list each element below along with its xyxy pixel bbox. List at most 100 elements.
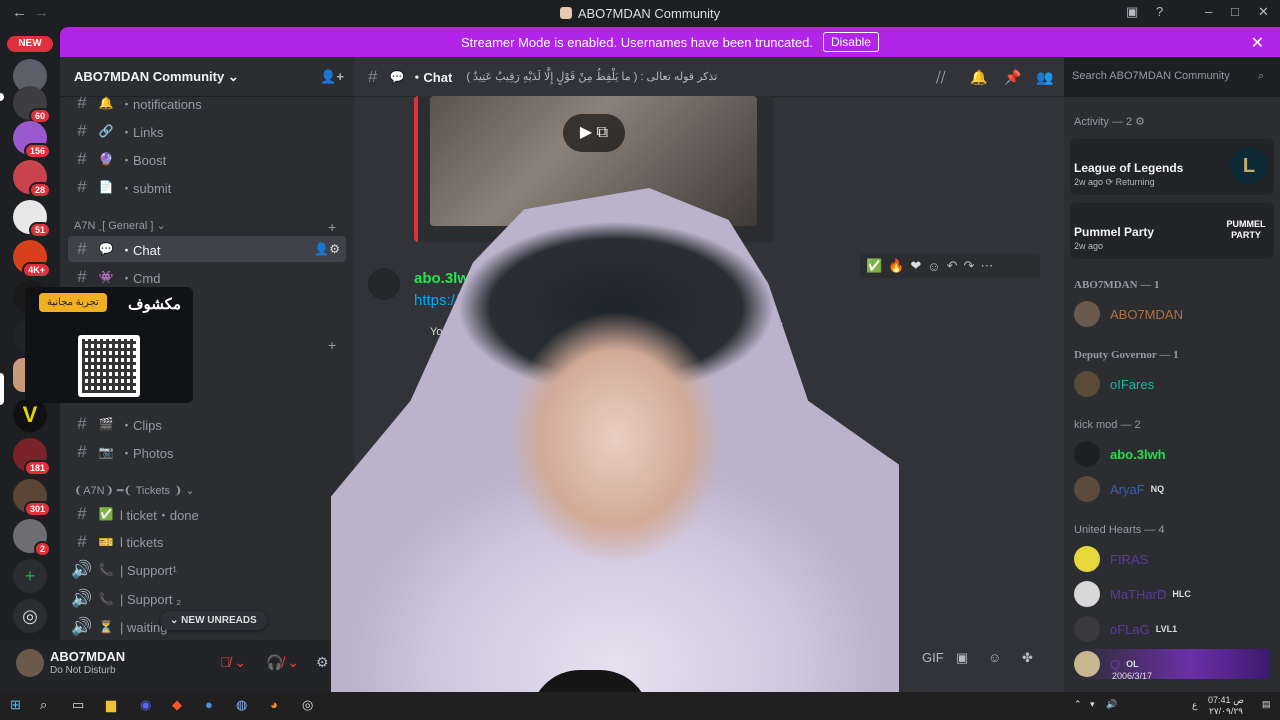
new-unreads-button[interactable]: ⌄ NEW UNREADS <box>160 611 267 630</box>
member-item[interactable]: AryaF NQ <box>1074 474 1164 504</box>
fire-reaction-icon[interactable]: 🔥 <box>888 258 904 274</box>
add-channel-icon[interactable]: + <box>328 337 336 353</box>
check-reaction-icon[interactable]: ✅ <box>866 258 882 274</box>
member-list-icon[interactable]: 👥 <box>1036 69 1053 86</box>
username[interactable]: ABO7MDAN <box>50 649 125 664</box>
voice-support-2[interactable]: 🔊 📞 | Support ₂ <box>68 586 346 612</box>
search-icon[interactable]: ⌕ <box>40 697 47 713</box>
sticker-icon[interactable]: ▣ <box>956 650 968 666</box>
help-icon[interactable]: ? <box>1156 4 1163 19</box>
threads-icon[interactable]: ⧸⧸ <box>936 69 946 86</box>
emoji-icon[interactable]: ☺ <box>988 650 1001 665</box>
channel-boost[interactable]: # 🔮 ・Boost <box>68 146 346 172</box>
apps-icon[interactable]: ✤ <box>1022 650 1033 666</box>
role-header: kick mod — 2 <box>1074 419 1141 431</box>
channel-chat[interactable]: # 💬 ・Chat 👤⚙ <box>68 236 346 262</box>
avatar[interactable] <box>16 649 44 677</box>
server-icon[interactable]: 301 <box>13 479 51 517</box>
more-icon[interactable]: ⋯ <box>980 258 993 274</box>
channel-topic[interactable]: ( تذكر قوله تعالى : ( ما يَلْفِظُ مِنْ ق… <box>466 70 717 83</box>
category-tickets[interactable]: ❨A7N❩ ━❨ Tickets ❩ ⌄ <box>74 484 195 497</box>
reply-icon[interactable]: ↶ <box>947 258 958 274</box>
inbox-icon[interactable]: ▣ <box>1126 4 1138 20</box>
avatar <box>1074 476 1100 502</box>
member-item[interactable]: oFLaG LVL1 <box>1074 614 1177 644</box>
forward-icon[interactable]: ↷ <box>963 258 974 274</box>
activity-card[interactable]: League of Legends 2w ago ⟳ Returning L <box>1070 139 1274 195</box>
role-header: ABO7MDAN — 1 <box>1074 279 1160 291</box>
member-item[interactable]: MaTHarD HLC <box>1074 579 1191 609</box>
channel-tickets[interactable]: # 🎫 l tickets <box>68 529 346 555</box>
wifi-icon[interactable]: ▾ <box>1090 699 1095 710</box>
disable-button[interactable]: Disable <box>822 32 879 52</box>
mute-mic-icon[interactable]: 🎙̸ ⌄ <box>220 654 246 671</box>
speaker-icon: 🔊 <box>71 589 93 608</box>
server-icon[interactable]: 181 <box>13 438 51 476</box>
channel-ticket-done[interactable]: # ✅ l ticket・done <box>68 501 346 527</box>
gif-icon[interactable]: GIF <box>922 650 944 665</box>
message-author[interactable]: abo.3lw <box>414 270 469 287</box>
pin-icon[interactable]: 📌 <box>1004 69 1021 86</box>
invite-icon[interactable]: 👤+ <box>320 69 344 85</box>
play-icon[interactable]: ▶ ⧉ <box>563 114 625 152</box>
avatar[interactable] <box>368 268 400 300</box>
server-icon[interactable]: 60 <box>13 86 51 124</box>
role-header: Deputy Governor — 1 <box>1074 349 1179 361</box>
channel-photos[interactable]: # 📷 ・Photos <box>68 439 346 465</box>
member-item[interactable]: oIFares <box>1074 369 1154 399</box>
member-item[interactable]: Q OL 2006/3/17 <box>1074 649 1270 681</box>
hash-icon: # <box>77 121 87 140</box>
brave-icon[interactable]: ◆ <box>172 697 182 713</box>
file-explorer-icon[interactable]: ▆ <box>106 697 116 713</box>
server-icon[interactable]: V <box>13 398 47 432</box>
message-actions: ✅ 🔥 ❤ ☺ ↶ ↷ ⋯ <box>860 254 1040 278</box>
channel-links[interactable]: # 🔗 ・Links <box>68 118 346 144</box>
member-item[interactable]: abo.3lwh <box>1074 439 1166 469</box>
discord-icon[interactable]: ◉ <box>140 697 151 713</box>
member-item[interactable]: ABO7MDAN <box>1074 299 1183 329</box>
server-icon[interactable]: 28 <box>13 160 51 198</box>
free-trial-tag[interactable]: تجربة مجانية <box>39 293 107 312</box>
hash-icon: # <box>77 239 87 258</box>
deafen-icon[interactable]: 🎧̸ ⌄ <box>266 654 299 671</box>
server-icon[interactable]: 156 <box>13 121 51 159</box>
channel-notifications[interactable]: # 🔔 ・notifications <box>68 90 346 116</box>
obs-icon[interactable]: ◎ <box>302 697 313 713</box>
activity-card[interactable]: Pummel Party 2w ago PUMMEL PARTY <box>1070 203 1274 259</box>
member-item[interactable]: FIRAS <box>1074 544 1148 574</box>
voice-support-1[interactable]: 🔊 📞 | Support¹ <box>68 557 346 583</box>
server-icon[interactable]: 4K+ <box>13 240 51 278</box>
close-window-icon[interactable]: ✕ <box>1258 4 1269 20</box>
heart-reaction-icon[interactable]: ❤ <box>910 258 921 274</box>
user-settings-icon[interactable]: ⚙ <box>316 654 329 671</box>
keyboard-lang[interactable]: ع <box>1192 700 1197 711</box>
category-general[interactable]: A7N ˎ[ General ] ⌄ + <box>74 219 344 235</box>
add-server-icon[interactable]: + <box>13 559 47 593</box>
channel-submit[interactable]: # 📄 ・submit <box>68 174 346 200</box>
search-input[interactable]: Search ABO7MDAN Community ⌕ <box>1064 65 1272 89</box>
app-icon[interactable]: ● <box>205 697 213 712</box>
notification-bell-icon[interactable]: 🔔 <box>970 69 987 86</box>
windows-start-icon[interactable]: ⊞ <box>10 697 21 713</box>
hash-icon: # <box>77 93 87 112</box>
tray-chevron-icon[interactable]: ⌃ <box>1074 699 1082 710</box>
channel-settings-icon[interactable]: 👤⚙ <box>314 242 340 256</box>
channel-clips[interactable]: # 🎬 ・Clips <box>68 411 346 437</box>
volume-icon[interactable]: 🔊 <box>1106 699 1117 710</box>
chat-emoji-icon: 💬 <box>389 69 405 84</box>
server-icon[interactable]: 2 <box>13 519 51 557</box>
server-icon[interactable]: 51 <box>13 200 51 238</box>
explore-icon[interactable]: ◎ <box>13 599 47 633</box>
task-view-icon[interactable]: ▭ <box>72 697 84 713</box>
add-channel-icon[interactable]: + <box>328 219 336 235</box>
close-banner-icon[interactable]: ✕ <box>1251 33 1264 53</box>
notifications-icon[interactable]: ▤ <box>1262 699 1271 710</box>
minimize-icon[interactable]: – <box>1205 4 1212 19</box>
add-reaction-icon[interactable]: ☺ <box>927 259 940 274</box>
message-link[interactable]: https:// <box>414 292 459 309</box>
channel-name: ・Chat <box>410 70 453 85</box>
firefox-icon[interactable]: ◕ <box>270 697 278 712</box>
maximize-icon[interactable]: □ <box>1231 4 1239 19</box>
steam-icon[interactable]: ◍ <box>236 697 247 713</box>
clock[interactable]: 07:41 ص ٢٧/٠٩/٢٩ <box>1206 695 1246 717</box>
